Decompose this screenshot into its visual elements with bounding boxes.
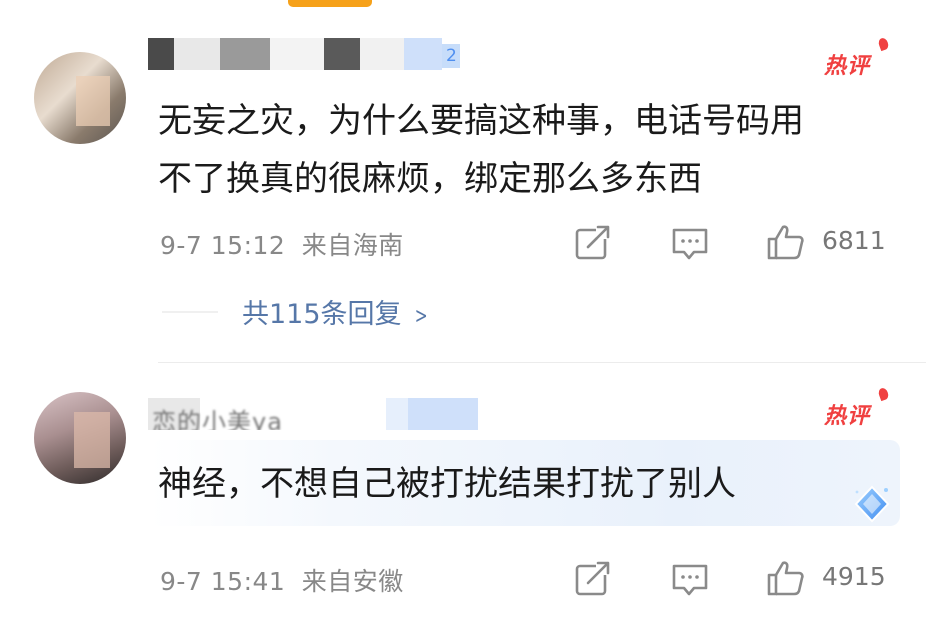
user-level-badge: 2	[442, 44, 460, 68]
chevron-right-icon: >	[414, 304, 428, 329]
avatar[interactable]	[34, 392, 126, 484]
comment-meta: 9-7 15:41 来自安徽	[160, 562, 404, 598]
comment-item: 2 热评 无妄之灾，为什么要搞这种事，电话号码用 不了换真的很麻烦，绑定那么多东…	[0, 0, 926, 362]
avatar-mosaic	[74, 412, 110, 468]
comment-date: 9-7 15:12	[160, 231, 286, 260]
comment-location: 来自海南	[301, 231, 404, 260]
share-icon[interactable]	[574, 558, 612, 598]
comment-meta: 9-7 15:12 来自海南	[160, 226, 404, 262]
avatar[interactable]	[34, 52, 126, 144]
thumbs-up-icon[interactable]	[766, 558, 806, 598]
hot-comment-badge: 热评	[824, 48, 886, 79]
share-icon[interactable]	[574, 222, 612, 262]
diamond-badge-icon	[854, 485, 890, 523]
comment-icon[interactable]	[670, 222, 710, 262]
comment-line: 无妄之灾，为什么要搞这种事，电话号码用	[158, 101, 804, 141]
username-redacted[interactable]: 2	[148, 38, 460, 70]
comment-icon[interactable]	[670, 558, 710, 598]
hot-comment-badge: 热评	[824, 398, 886, 429]
avatar-mosaic	[76, 76, 110, 126]
comment-text: 无妄之灾，为什么要搞这种事，电话号码用 不了换真的很麻烦，绑定那么多东西	[158, 92, 888, 208]
comment-date: 9-7 15:41	[160, 567, 286, 596]
comment-line: 神经，不想自己被打扰结果打扰了别人	[158, 464, 736, 504]
view-replies-link[interactable]: 共115条回复 >	[242, 292, 430, 331]
thumbs-up-icon[interactable]	[766, 222, 806, 262]
like-count: 4915	[822, 562, 886, 591]
comment-location: 来自安徽	[301, 567, 404, 596]
comment-text: 神经，不想自己被打扰结果打扰了别人	[158, 455, 858, 513]
like-count: 6811	[822, 226, 886, 255]
replies-connector	[162, 311, 218, 313]
username: 恋的小美ya_	[152, 408, 296, 430]
replies-count: 共115条回复	[242, 299, 402, 330]
username-redacted[interactable]: 恋的小美ya_	[148, 398, 484, 430]
comment-line: 不了换真的很麻烦，绑定那么多东西	[158, 159, 702, 199]
